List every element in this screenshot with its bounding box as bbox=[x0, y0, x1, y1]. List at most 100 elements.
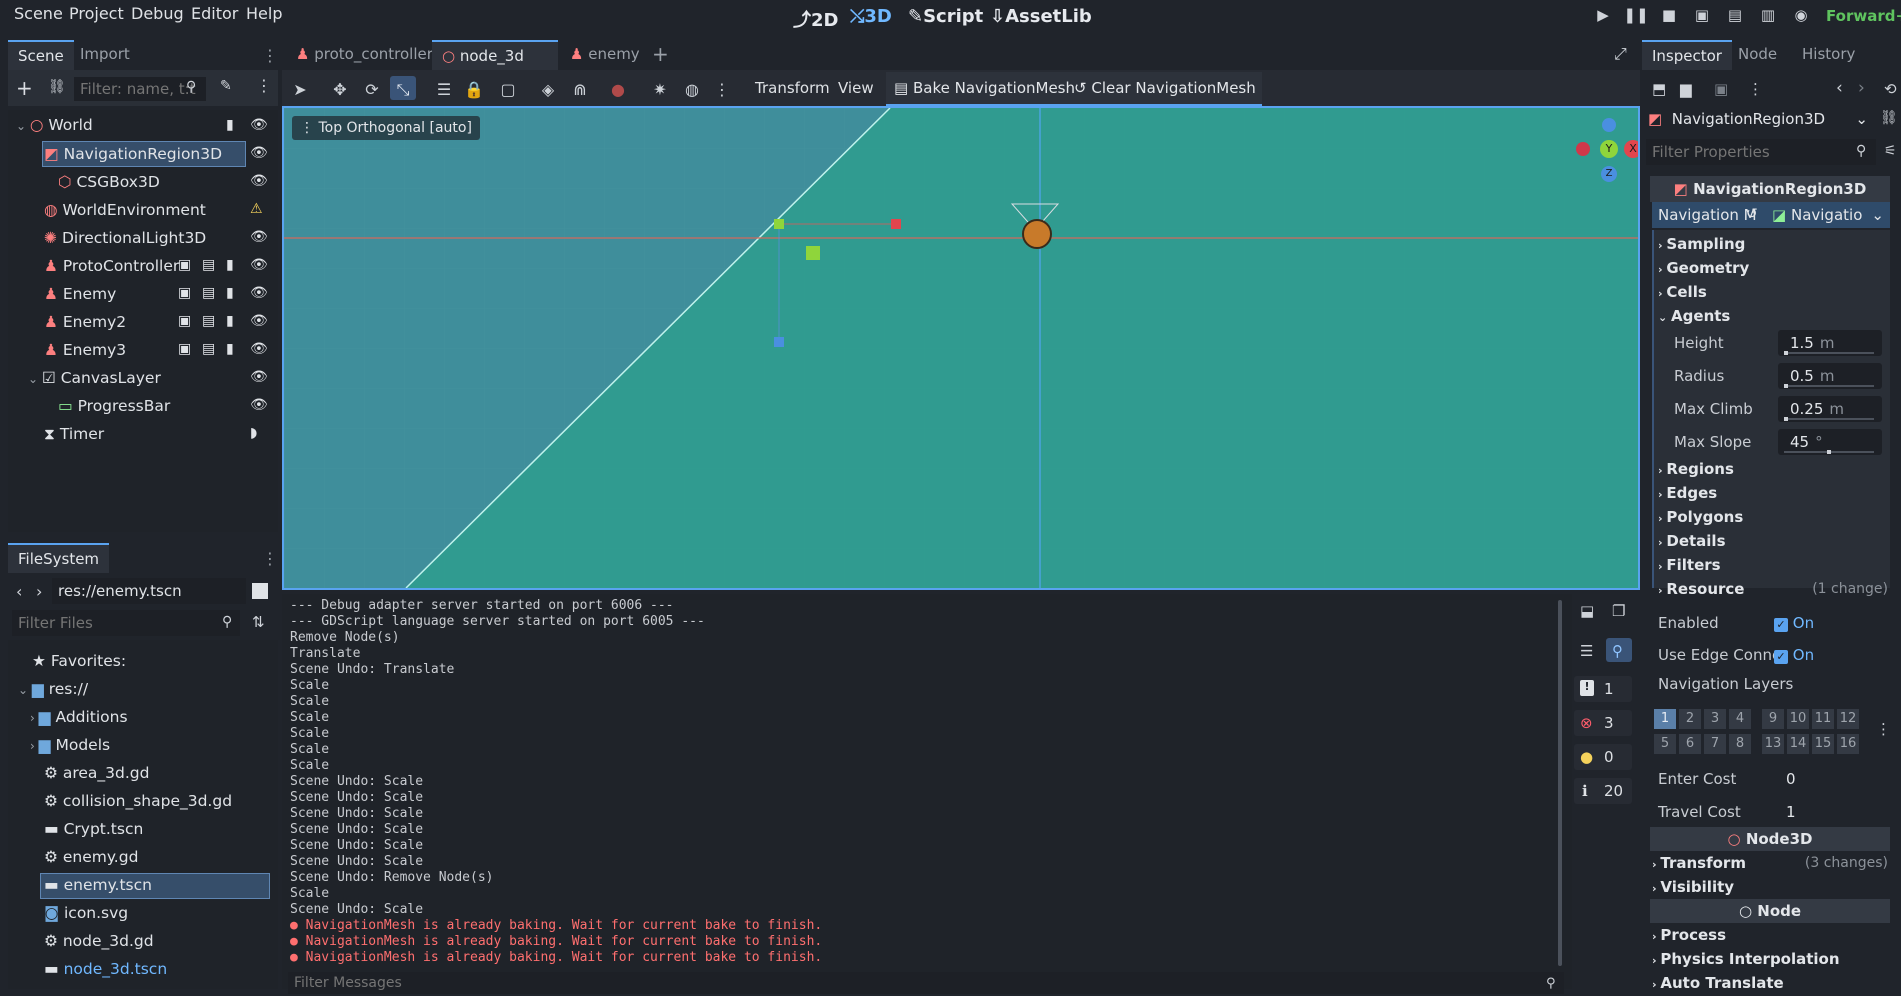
play-scene-icon[interactable]: ▤ bbox=[1722, 6, 1748, 28]
split-view-icon[interactable] bbox=[252, 583, 268, 599]
tab-scene[interactable]: Scene bbox=[8, 40, 74, 70]
tree-item-world[interactable]: ⌄ ○ World bbox=[16, 112, 93, 138]
filter-properties-input[interactable] bbox=[1646, 139, 1876, 165]
visibility-eye-icon[interactable]: 👁 bbox=[250, 369, 268, 385]
errors-filter-button[interactable]: ⊗ 3 bbox=[1574, 710, 1632, 736]
nav-layer-toggle[interactable]: 5 bbox=[1654, 734, 1676, 754]
tree-item-canvaslayer[interactable]: ⌄ ☑ CanvasLayer bbox=[28, 365, 161, 391]
script-attached-icon[interactable]: ▮ bbox=[226, 285, 234, 301]
file-item[interactable]: ⚙ node_3d.gd bbox=[44, 928, 154, 954]
open-folder-icon[interactable]: ▆ bbox=[1680, 80, 1692, 98]
tree-item-timer[interactable]: ⧗ Timer bbox=[44, 421, 104, 447]
open-scene-icon[interactable]: ▤ bbox=[202, 257, 215, 273]
remote-debug-icon[interactable]: ▣ bbox=[1689, 6, 1715, 28]
section-transform[interactable]: › Transform (3 changes) bbox=[1652, 852, 1888, 874]
nav-layer-toggle[interactable]: 4 bbox=[1729, 709, 1751, 729]
nav-layer-toggle[interactable]: 10 bbox=[1787, 709, 1809, 729]
editable-children-icon[interactable]: ▣ bbox=[178, 257, 191, 273]
nav-layer-toggle[interactable]: 12 bbox=[1837, 709, 1859, 729]
visibility-eye-icon[interactable]: 👁 bbox=[250, 313, 268, 329]
nav-layer-toggle[interactable]: 1 bbox=[1654, 709, 1676, 729]
more-options-icon[interactable]: ⋮ bbox=[1748, 80, 1763, 98]
messages-filter-button[interactable]: ! 1 bbox=[1574, 676, 1632, 702]
visibility-eye-icon[interactable]: 👁 bbox=[250, 257, 268, 273]
open-scene-icon[interactable]: ▤ bbox=[202, 285, 215, 301]
collapse-icon[interactable]: ☰ bbox=[1580, 642, 1593, 660]
tab-proto-controller[interactable]: ♟ proto_controller bbox=[286, 40, 443, 70]
section-resource[interactable]: › Resource (1 change) bbox=[1658, 578, 1888, 600]
editable-children-icon[interactable]: ▣ bbox=[178, 285, 191, 301]
local-space-icon[interactable]: ◈ bbox=[536, 80, 560, 99]
mode-script-button[interactable]: ✎Script bbox=[908, 6, 983, 27]
distraction-free-icon[interactable]: ⤢ bbox=[1614, 44, 1627, 64]
folder-models[interactable]: › ▆ Models bbox=[30, 732, 110, 758]
dock-menu-icon[interactable]: ⋮ bbox=[262, 549, 278, 568]
tab-filesystem[interactable]: FileSystem bbox=[8, 543, 110, 573]
clear-output-icon[interactable]: ⬓ bbox=[1580, 602, 1594, 620]
enabled-checkbox[interactable]: ✓ On bbox=[1774, 614, 1814, 632]
object-history-icon[interactable]: ⟲ bbox=[1884, 80, 1897, 98]
visibility-eye-icon[interactable]: 👁 bbox=[250, 229, 268, 245]
open-scene-icon[interactable]: ▤ bbox=[202, 313, 215, 329]
rotate-tool-icon[interactable]: ⟳ bbox=[360, 80, 384, 99]
nav-layer-toggle[interactable]: 16 bbox=[1837, 734, 1859, 754]
file-item[interactable]: ◙ icon.svg bbox=[44, 900, 128, 926]
sun-preview-icon[interactable]: ✷ bbox=[648, 80, 672, 99]
visibility-eye-icon[interactable]: 👁 bbox=[250, 173, 268, 189]
script-attached-icon[interactable]: ▮ bbox=[226, 341, 234, 357]
play-custom-scene-icon[interactable]: ▥ bbox=[1755, 6, 1781, 28]
menu-debug[interactable]: Debug bbox=[131, 4, 184, 23]
nav-layer-toggle[interactable]: 2 bbox=[1679, 709, 1701, 729]
stop-icon[interactable]: ■ bbox=[1656, 6, 1682, 28]
section-geometry[interactable]: › Geometry bbox=[1658, 257, 1749, 279]
file-item[interactable]: ▬ node_3d.tscn bbox=[44, 956, 167, 982]
file-item[interactable]: ▬ enemy.tscn bbox=[44, 872, 152, 898]
environment-preview-icon[interactable]: ◍ bbox=[680, 80, 704, 99]
section-visibility[interactable]: › Visibility bbox=[1652, 876, 1734, 898]
back-icon[interactable]: ‹ bbox=[16, 582, 22, 601]
travel-cost-field[interactable]: 1 bbox=[1778, 799, 1886, 825]
play-icon[interactable]: ▶ bbox=[1590, 6, 1616, 28]
section-process[interactable]: › Process bbox=[1652, 924, 1726, 946]
scale-tool-icon[interactable]: ⤡ bbox=[391, 80, 415, 100]
console-scrollbar[interactable] bbox=[1558, 600, 1562, 966]
section-auto-translate[interactable]: › Auto Translate bbox=[1652, 972, 1784, 994]
viewport-label[interactable]: ⋮ Top Orthogonal [auto] bbox=[292, 116, 480, 140]
bake-navmesh-button[interactable]: ▤ Bake NavigationMesh bbox=[894, 79, 1075, 97]
section-filters[interactable]: › Filters bbox=[1658, 554, 1721, 576]
menu-scene[interactable]: Scene bbox=[14, 4, 63, 23]
scene-options-icon[interactable]: ⋮ bbox=[256, 78, 272, 94]
visibility-eye-icon[interactable]: 👁 bbox=[250, 145, 268, 161]
pause-icon[interactable]: ❚❚ bbox=[1623, 6, 1649, 28]
navmesh-resource-picker[interactable]: ◪ Navigatio ⌄ bbox=[1772, 204, 1888, 226]
section-sampling[interactable]: › Sampling bbox=[1658, 233, 1745, 255]
move-tool-icon[interactable]: ✥ bbox=[328, 80, 352, 99]
section-details[interactable]: › Details bbox=[1658, 530, 1726, 552]
nav-layer-toggle[interactable]: 15 bbox=[1812, 734, 1834, 754]
add-tab-icon[interactable]: + bbox=[652, 42, 669, 66]
agent-radius-field[interactable]: 0.5 m bbox=[1778, 363, 1882, 389]
mode-2d-button[interactable]: ⤴2D bbox=[793, 6, 838, 32]
mode-3d-button[interactable]: ⤯3D bbox=[850, 6, 892, 27]
path-field[interactable]: res://enemy.tscn bbox=[52, 578, 246, 604]
object-selector[interactable]: ◩ NavigationRegion3D ⌄ bbox=[1648, 106, 1874, 132]
tree-item-worldenvironment[interactable]: ◍ WorldEnvironment bbox=[44, 197, 206, 223]
section-agents[interactable]: ⌄ Agents bbox=[1658, 305, 1730, 327]
use-edge-connections-checkbox[interactable]: ✓ On bbox=[1774, 646, 1814, 664]
history-back-icon[interactable]: ‹ bbox=[1836, 78, 1843, 98]
filter-messages-input[interactable] bbox=[288, 972, 1564, 994]
agent-max-climb-field[interactable]: 0.25 m bbox=[1778, 396, 1882, 422]
favorites-item[interactable]: ★ Favorites: bbox=[32, 648, 126, 674]
nav-layer-toggle[interactable]: 8 bbox=[1729, 734, 1751, 754]
tree-item-progressbar[interactable]: ▭ ProgressBar bbox=[58, 393, 170, 419]
nav-layer-toggle[interactable]: 13 bbox=[1762, 734, 1784, 754]
history-forward-icon[interactable]: › bbox=[1858, 78, 1865, 98]
attach-script-icon[interactable]: ✎ bbox=[220, 79, 232, 93]
menu-project[interactable]: Project bbox=[69, 4, 124, 23]
tab-node-3d[interactable]: ○ node_3d ✕ bbox=[432, 40, 558, 93]
tree-item-protocontroller[interactable]: ♟ ProtoController bbox=[44, 253, 179, 279]
visibility-eye-icon[interactable]: 👁 bbox=[250, 341, 268, 357]
nav-layer-toggle[interactable]: 9 bbox=[1762, 709, 1784, 729]
tree-item-navigationregion3d[interactable]: ◩ NavigationRegion3D bbox=[44, 141, 222, 167]
res-root-item[interactable]: ⌄ ▆ res:// bbox=[18, 676, 88, 702]
